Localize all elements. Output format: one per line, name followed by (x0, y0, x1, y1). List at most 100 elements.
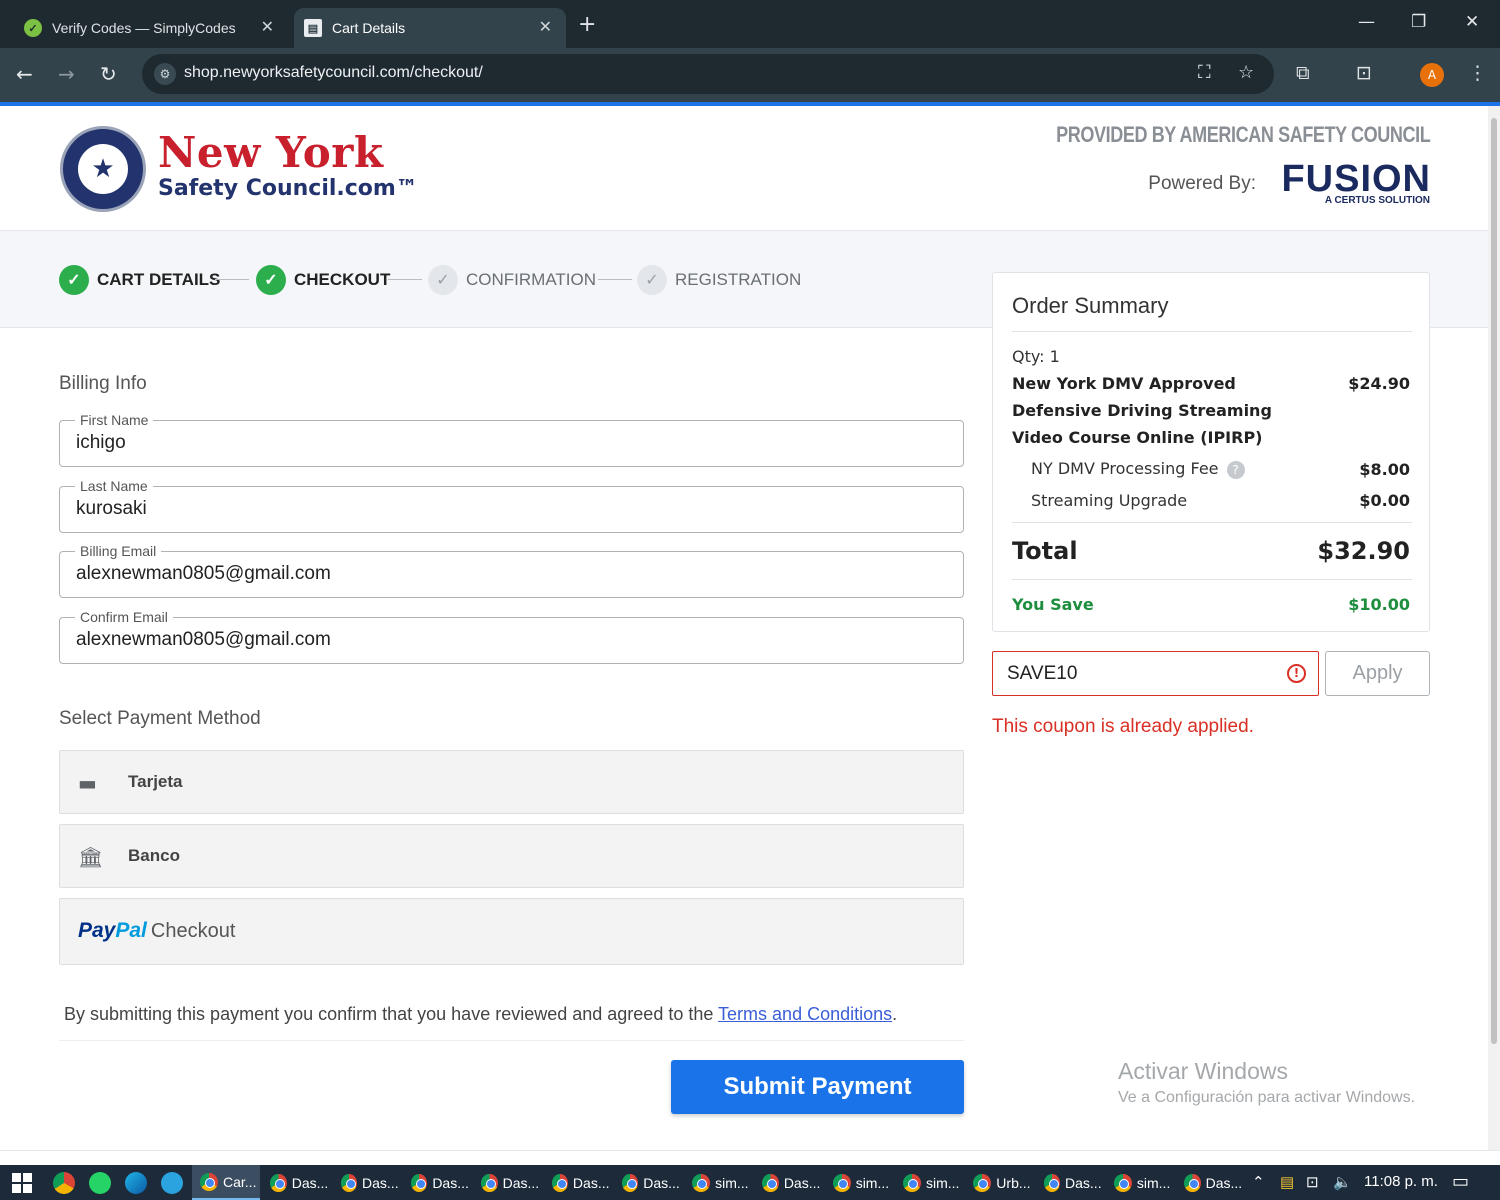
chevron-up-icon[interactable]: ⌃ (1252, 1173, 1265, 1191)
taskbar-window-label: Das... (572, 1174, 610, 1191)
payment-option-paypal[interactable]: PayPal Checkout (59, 898, 964, 965)
taskbar-window-label: Das... (502, 1174, 540, 1191)
close-tab-icon[interactable]: ✕ (539, 17, 552, 37)
tab-title: Verify Codes — SimplyCodes (52, 20, 236, 36)
edge-icon[interactable] (125, 1172, 147, 1194)
tab-verify-codes[interactable]: ✓ Verify Codes — SimplyCodes ✕ (10, 8, 288, 48)
nysc-seal-logo[interactable]: ★ (60, 126, 146, 212)
taskbar-window-button[interactable]: sim... (1106, 1165, 1172, 1200)
brand-name[interactable]: New York (158, 128, 383, 177)
product-name-line-1: New York DMV Approved (1012, 374, 1236, 393)
processing-fee-row: NY DMV Processing Fee? (1031, 459, 1245, 479)
taskbar-window-button[interactable]: sim... (825, 1165, 891, 1200)
taskbar-window-label: sim... (855, 1174, 890, 1191)
taskbar-window-button[interactable]: Das... (614, 1165, 680, 1200)
product-name-line-3: Video Course Online (IPIRP) (1012, 428, 1263, 447)
menu-kebab-icon[interactable]: ⋮ (1468, 62, 1487, 84)
step-label: REGISTRATION (675, 270, 802, 289)
taskbar-window-button[interactable]: Das... (1176, 1165, 1242, 1200)
notes-tray-icon[interactable]: ▤ (1280, 1173, 1294, 1191)
payment-option-tarjeta[interactable]: ▬ Tarjeta (59, 750, 964, 814)
billing-email-field[interactable]: Billing Email alexnewman0805@gmail.com (59, 543, 964, 598)
coupon-value[interactable]: SAVE10 (1007, 663, 1077, 685)
back-icon[interactable]: ← (16, 62, 33, 86)
quantity-text: Qty: 1 (1012, 347, 1060, 366)
windows-start-icon[interactable] (12, 1173, 32, 1193)
taskbar-window-button[interactable]: Das... (262, 1165, 328, 1200)
vertical-scrollbar[interactable] (1488, 106, 1500, 1150)
network-icon[interactable]: ⊡ (1306, 1173, 1319, 1191)
taskbar-window-button[interactable]: sim... (895, 1165, 961, 1200)
chrome-icon (1113, 1173, 1132, 1192)
search-tab-icon[interactable]: ⊡ (1356, 62, 1372, 84)
address-bar[interactable]: ⚙ shop.newyorksafetycouncil.com/checkout… (142, 54, 1274, 94)
reload-icon[interactable]: ↻ (100, 62, 117, 86)
tab-cart-details[interactable]: ▤ Cart Details ✕ (294, 8, 566, 48)
new-tab-button[interactable]: + (578, 12, 596, 37)
telegram-icon[interactable] (161, 1172, 183, 1194)
taskbar-window-button[interactable]: Das... (333, 1165, 399, 1200)
first-name-field[interactable]: First Name ichigo (59, 412, 964, 467)
taskbar-window-button[interactable]: Das... (1036, 1165, 1102, 1200)
notification-icon[interactable]: ▭ (1452, 1171, 1469, 1192)
chrome-icon (200, 1172, 218, 1191)
billing-email-label: Billing Email (75, 543, 162, 559)
taskbar-window-button[interactable]: Das... (544, 1165, 610, 1200)
extensions-icon[interactable]: ⧉ (1296, 62, 1310, 84)
credit-card-icon: ▬ (78, 771, 97, 795)
close-tab-icon[interactable]: ✕ (261, 17, 274, 37)
taskbar-window-button[interactable]: sim... (684, 1165, 750, 1200)
step-connector (388, 279, 422, 280)
divider (1012, 579, 1412, 580)
forward-icon[interactable]: → (58, 62, 75, 86)
site-info-icon[interactable]: ⚙ (154, 63, 176, 85)
taskbar-window-button[interactable]: Das... (403, 1165, 469, 1200)
taskbar-window-label: Urb... (996, 1174, 1031, 1191)
chrome-icon (410, 1173, 428, 1192)
activation-watermark-subtitle: Ve a Configuración para activar Windows. (1118, 1089, 1416, 1106)
billing-email-value[interactable]: alexnewman0805@gmail.com (76, 563, 331, 585)
help-icon[interactable]: ? (1226, 460, 1245, 479)
chrome-icon (621, 1173, 639, 1192)
whatsapp-icon[interactable] (89, 1172, 111, 1194)
last-name-field[interactable]: Last Name kurosaki (59, 478, 964, 533)
terms-link[interactable]: Terms and Conditions (718, 1004, 892, 1024)
payment-option-banco[interactable]: 🏛 Banco (59, 824, 964, 888)
profile-avatar[interactable]: A (1420, 63, 1444, 87)
taskbar-window-button[interactable]: Das... (473, 1165, 539, 1200)
translate-icon[interactable]: ⛶ (1198, 62, 1211, 83)
paypal-logo: PayPal Checkout (78, 919, 235, 943)
taskbar-window-button[interactable]: Car... (192, 1165, 260, 1200)
chrome-icon[interactable] (53, 1172, 75, 1194)
last-name-value[interactable]: kurosaki (76, 498, 147, 520)
close-window-icon[interactable]: ✕ (1465, 12, 1479, 32)
confirm-email-field[interactable]: Confirm Email alexnewman0805@gmail.com (59, 609, 964, 664)
taskbar-window-button[interactable]: Das... (754, 1165, 820, 1200)
bookmark-star-icon[interactable]: ☆ (1238, 62, 1254, 83)
terms-text: By submitting this payment you confirm t… (64, 1004, 719, 1024)
url-text[interactable]: shop.newyorksafetycouncil.com/checkout/ (184, 64, 483, 82)
first-name-value[interactable]: ichigo (76, 432, 126, 454)
check-icon: ✓ (428, 265, 458, 295)
activation-watermark-title: Activar Windows (1118, 1058, 1288, 1084)
minimize-icon[interactable]: — (1358, 12, 1375, 32)
taskbar-window-button[interactable]: Urb... (965, 1165, 1031, 1200)
volume-icon[interactable]: 🔈 (1333, 1173, 1352, 1191)
apply-coupon-button[interactable]: Apply (1325, 651, 1430, 696)
taskbar-window-label: Das... (432, 1174, 469, 1191)
submit-payment-button[interactable]: Submit Payment (671, 1060, 964, 1114)
scrollbar-thumb[interactable] (1491, 118, 1497, 1044)
taskbar-window-label: Das... (783, 1174, 821, 1191)
new-york-state-icon: ★ (78, 144, 128, 194)
billing-info-title: Billing Info (59, 373, 147, 394)
clock[interactable]: 11:08 p. m. (1364, 1173, 1438, 1190)
payment-method-title: Select Payment Method (59, 708, 261, 729)
restore-icon[interactable]: ❐ (1411, 12, 1426, 32)
total-value: $32.90 (1317, 537, 1410, 565)
document-favicon-icon: ▤ (304, 19, 322, 37)
terms-end: . (892, 1004, 898, 1024)
brand-domain[interactable]: Safety Council.com™ (158, 176, 418, 201)
coupon-input[interactable]: SAVE10 ! (992, 651, 1319, 696)
chrome-icon (692, 1173, 711, 1192)
confirm-email-value[interactable]: alexnewman0805@gmail.com (76, 629, 331, 651)
